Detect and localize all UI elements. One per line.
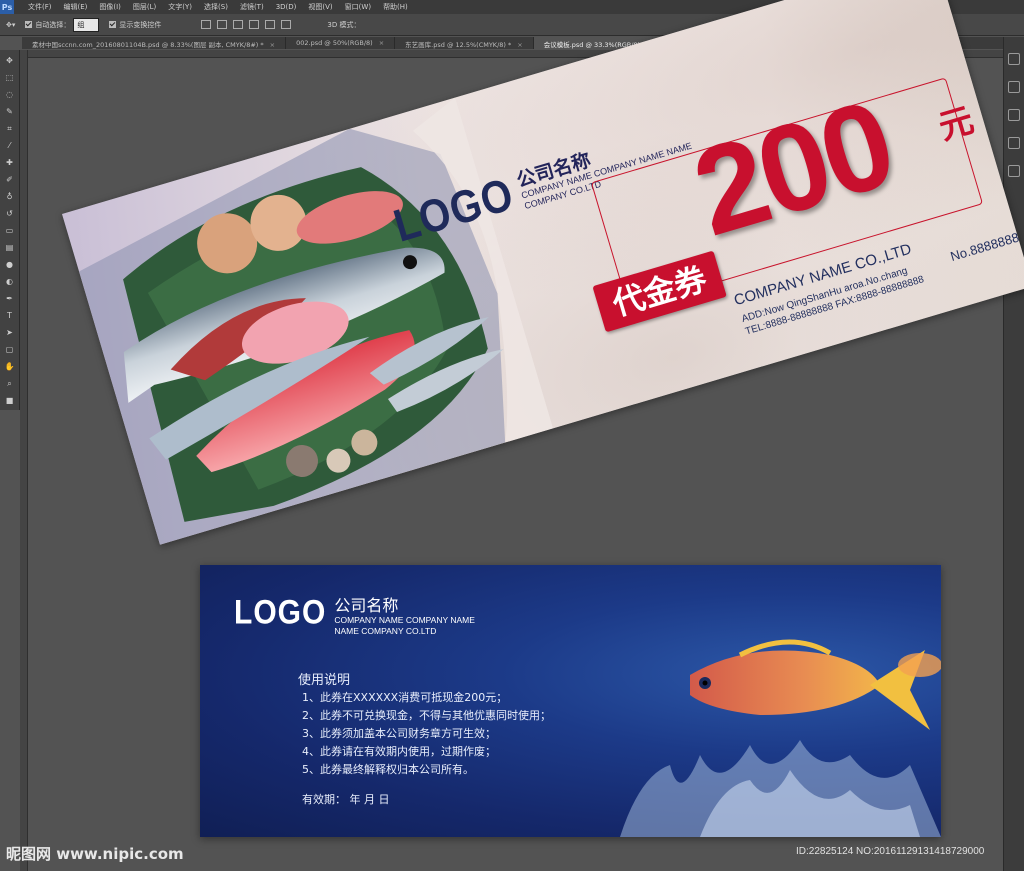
gradient-tool-icon[interactable]: ▤: [3, 242, 17, 254]
menu-layer[interactable]: 图层(L): [127, 2, 162, 12]
mode-3d-label: 3D 模式：: [327, 20, 361, 29]
quick-select-tool-icon[interactable]: ✎: [3, 106, 17, 118]
properties-panel-icon[interactable]: [1008, 81, 1020, 93]
shape-tool-icon[interactable]: ▢: [3, 344, 17, 356]
path-select-tool-icon[interactable]: ➤: [3, 327, 17, 339]
align-right-icon[interactable]: [281, 20, 292, 29]
validity-date: 有效期： 年 月 日: [302, 793, 390, 806]
zoom-tool-icon[interactable]: ⌕: [3, 378, 17, 390]
company-name-en: COMPANY NAME COMPANY NAME NAME COMPANY C…: [334, 615, 475, 636]
menu-edit[interactable]: 编辑(E): [58, 2, 94, 12]
menu-file[interactable]: 文件(F): [22, 2, 58, 12]
company-name-cn: 公司名称: [334, 596, 399, 615]
document-tab[interactable]: 东艺画库.psd @ 12.5%(CMYK/8) * ×: [395, 37, 534, 49]
vertical-ruler: [20, 50, 28, 871]
menu-view[interactable]: 视图(V): [302, 2, 338, 12]
tools-panel: ✥ ⬚ ◌ ✎ ⌗ ⁄ ✚ ✐ ♁ ↺ ▭ ▤ ● ◐ ✒ T ➤ ▢ ✋ ⌕ …: [0, 50, 20, 410]
auto-select-option[interactable]: 自动选择： 组: [25, 17, 100, 32]
voucher-front: LOGO 公司名称 COMPANY NAME COMPANY NAME NAME…: [62, 0, 1024, 545]
menu-filter[interactable]: 滤镜(T): [234, 2, 270, 12]
show-transform-checkbox[interactable]: [109, 21, 117, 28]
paths-panel-icon[interactable]: [1008, 165, 1020, 177]
history-brush-tool-icon[interactable]: ↺: [3, 208, 17, 220]
layers-panel-icon[interactable]: [1008, 109, 1020, 121]
move-tool-icon[interactable]: ✥: [3, 55, 17, 67]
eraser-tool-icon[interactable]: ▭: [3, 225, 17, 237]
photoshop-app-icon[interactable]: Ps: [0, 0, 14, 14]
align-buttons: [201, 20, 297, 29]
align-top-icon[interactable]: [201, 20, 212, 29]
color-swatch-icon[interactable]: ■: [3, 395, 17, 407]
list-item: 3、此券须加盖本公司财务章方可生效；: [302, 727, 496, 740]
dodge-tool-icon[interactable]: ◐: [3, 276, 17, 288]
logo-text: LOGO: [234, 593, 327, 632]
watermark-id: ID:22825124 NO:20161129131418729000: [796, 846, 985, 857]
pen-tool-icon[interactable]: ✒: [3, 293, 17, 305]
aquarium-photo: [620, 639, 941, 837]
list-item: 4、此券请在有效期内使用，过期作废；: [302, 745, 496, 758]
blur-tool-icon[interactable]: ●: [3, 259, 17, 271]
voucher-back: LOGO 公司名称 COMPANY NAME COMPANY NAME NAME…: [200, 565, 941, 837]
close-icon[interactable]: ×: [517, 41, 522, 49]
brush-tool-icon[interactable]: ✐: [3, 174, 17, 186]
type-tool-icon[interactable]: T: [3, 310, 17, 322]
back-logo: LOGO 公司名称 COMPANY NAME COMPANY NAME NAME…: [234, 593, 494, 637]
marquee-tool-icon[interactable]: ⬚: [3, 72, 17, 84]
list-item: 5、此券最终解释权归本公司所有。: [302, 763, 474, 776]
healing-tool-icon[interactable]: ✚: [3, 157, 17, 169]
menu-select[interactable]: 选择(S): [198, 2, 234, 12]
align-bottom-icon[interactable]: [233, 20, 244, 29]
menu-image[interactable]: 图像(I): [93, 2, 127, 12]
channels-panel-icon[interactable]: [1008, 137, 1020, 149]
crop-tool-icon[interactable]: ⌗: [3, 123, 17, 135]
show-transform-label: 显示变换控件: [119, 20, 162, 29]
menu-type[interactable]: 文字(Y): [162, 2, 198, 12]
lasso-tool-icon[interactable]: ◌: [3, 89, 17, 101]
show-transform-option[interactable]: 显示变换控件: [109, 20, 161, 30]
close-icon[interactable]: ×: [270, 41, 275, 49]
instructions-title: 使用说明: [298, 673, 351, 688]
menu-window[interactable]: 窗口(W): [339, 2, 377, 12]
history-panel-icon[interactable]: [1008, 53, 1020, 65]
menu-3d[interactable]: 3D(D): [270, 3, 303, 11]
move-tool-icon[interactable]: ✥▾: [6, 21, 15, 29]
watermark-site: 昵图网 www.nipic.com: [6, 845, 184, 863]
close-icon[interactable]: ×: [379, 39, 384, 47]
document-tab[interactable]: 002.psd @ 50%(RGB/8) ×: [286, 37, 396, 49]
auto-select-dropdown[interactable]: 组: [73, 17, 100, 32]
align-middle-icon[interactable]: [217, 20, 228, 29]
instructions-list: 1、此券在XXXXXX消费可抵现金200元； 2、此券不可兑换现金，不得与其他优…: [302, 689, 551, 779]
auto-select-checkbox[interactable]: [25, 21, 33, 28]
align-center-icon[interactable]: [265, 20, 276, 29]
list-item: 1、此券在XXXXXX消费可抵现金200元；: [302, 691, 508, 704]
menu-help[interactable]: 帮助(H): [377, 2, 414, 12]
align-left-icon[interactable]: [249, 20, 260, 29]
list-item: 2、此券不可兑换现金，不得与其他优惠同时使用；: [302, 709, 551, 722]
document-tab[interactable]: 素材中国sccnn.com_20160801104B.psd @ 8.33%(图…: [22, 37, 287, 49]
hand-tool-icon[interactable]: ✋: [3, 361, 17, 373]
auto-select-label: 自动选择：: [35, 20, 71, 29]
eyedropper-tool-icon[interactable]: ⁄: [3, 140, 17, 152]
right-panel-dock: [1003, 37, 1024, 871]
stamp-tool-icon[interactable]: ♁: [3, 191, 17, 203]
